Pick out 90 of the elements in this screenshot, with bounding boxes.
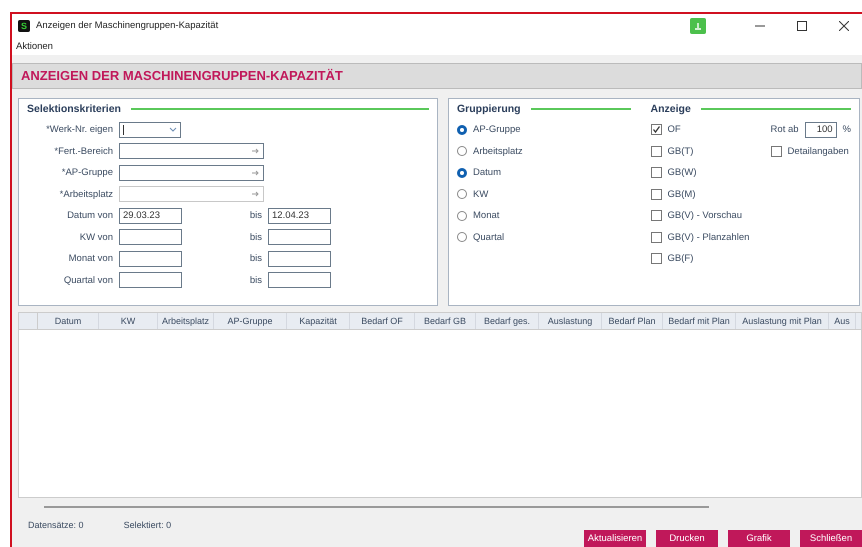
- option-label: KW: [473, 188, 488, 200]
- minimize-icon[interactable]: [755, 24, 765, 27]
- text-cursor: [123, 124, 124, 134]
- input-field[interactable]: [119, 272, 182, 288]
- checkbox[interactable]: [650, 146, 662, 156]
- checkbox[interactable]: [650, 124, 662, 135]
- close-icon[interactable]: [839, 20, 849, 31]
- field-label: *Arbeitsplatz: [58, 188, 114, 200]
- option-label: GB(W): [668, 167, 697, 178]
- option-label: Quartal: [473, 232, 504, 242]
- action-button[interactable]: Aktualisieren: [584, 530, 646, 547]
- input-field[interactable]: [119, 250, 182, 266]
- option-label: GB(V) - Vorschau: [668, 210, 742, 221]
- input-field[interactable]: [268, 250, 331, 266]
- field-label: Monat von: [68, 253, 114, 264]
- chevron-down-icon: [169, 127, 177, 132]
- dropdown-field[interactable]: [119, 122, 181, 138]
- option-label: Arbeitsplatz: [473, 146, 523, 156]
- window-title: Anzeigen der Maschinengruppen-Kapazität: [36, 20, 220, 32]
- column-header[interactable]: Arbeitsplatz: [158, 312, 214, 329]
- menu-item[interactable]: Aktionen: [16, 40, 53, 52]
- unit-label: %: [842, 124, 851, 135]
- column-header[interactable]: Bedarf mit Plan: [663, 312, 736, 329]
- column-header[interactable]: AP-Gruppe: [214, 312, 287, 329]
- option-label: GB(M): [668, 188, 696, 200]
- tray-icon[interactable]: [690, 18, 706, 34]
- input-field[interactable]: 100: [804, 122, 837, 138]
- input-field[interactable]: [119, 229, 182, 245]
- checkbox[interactable]: [650, 167, 662, 178]
- field-label: bis: [248, 253, 263, 264]
- column-header[interactable]: Bedarf Plan: [602, 312, 663, 329]
- arrow-right-icon: [252, 191, 260, 197]
- field-label: Quartal von: [62, 274, 114, 286]
- option-label: OF: [668, 124, 681, 135]
- checkbox[interactable]: [650, 253, 662, 264]
- option-label: AP-Gruppe: [473, 124, 521, 135]
- lookup-field[interactable]: [119, 164, 264, 180]
- action-button[interactable]: Drucken: [656, 530, 718, 547]
- maximize-icon[interactable]: [797, 20, 807, 31]
- column-header[interactable]: Bedarf OF: [350, 312, 415, 329]
- status-text: Datensätze: 0: [28, 520, 84, 530]
- field-label: *Fert.-Bereich: [53, 146, 114, 156]
- checkbox[interactable]: [650, 232, 662, 242]
- app-icon: S: [18, 20, 30, 32]
- column-header[interactable]: Auslastung mit Plan: [736, 312, 829, 329]
- input-field[interactable]: [268, 272, 331, 288]
- scrollbar[interactable]: [44, 506, 709, 508]
- column-header[interactable]: Bedarf ges.: [476, 312, 539, 329]
- option-label: Monat: [473, 210, 500, 221]
- page-heading: ANZEIGEN DER MASCHINENGRUPPEN-KAPAZITÄT: [21, 68, 343, 84]
- input-field[interactable]: [268, 229, 331, 245]
- field-label: bis: [248, 232, 263, 242]
- column-header[interactable]: Auslastung: [539, 312, 602, 329]
- column-header[interactable]: Bedarf GB: [415, 312, 476, 329]
- field-label: Rot ab: [770, 124, 799, 135]
- option-label: Datum: [473, 167, 501, 178]
- radio-button[interactable]: [457, 168, 467, 178]
- input-field[interactable]: 29.03.23: [119, 208, 182, 224]
- column-header[interactable]: KW: [99, 312, 158, 329]
- field-label: *AP-Gruppe: [60, 167, 114, 178]
- panel-title: Selektionskriterien: [27, 102, 121, 115]
- action-button[interactable]: Schließen: [800, 530, 862, 547]
- field-label: Datum von: [66, 210, 114, 221]
- radio-button[interactable]: [457, 124, 467, 134]
- field-label: *Werk-Nr. eigen: [45, 124, 114, 135]
- field-label: bis: [248, 274, 263, 286]
- column-header[interactable]: Kapazität: [287, 312, 350, 329]
- option-label: GB(V) - Planzahlen: [668, 232, 750, 242]
- action-button[interactable]: Grafik: [728, 530, 790, 547]
- radio-button[interactable]: [457, 146, 467, 156]
- panel-title: Gruppierung: [457, 102, 521, 115]
- option-label: GB(F): [668, 253, 694, 264]
- column-header[interactable]: Aus: [829, 312, 856, 329]
- option-label: GB(T): [668, 146, 694, 156]
- checkbox[interactable]: [770, 146, 782, 156]
- arrow-right-icon: [252, 170, 260, 176]
- checkbox[interactable]: [650, 188, 662, 200]
- checkbox[interactable]: [650, 210, 662, 221]
- lookup-field[interactable]: [119, 143, 264, 159]
- field-label: bis: [248, 210, 263, 221]
- status-text: Selektiert: 0: [124, 520, 172, 530]
- radio-button[interactable]: [457, 189, 467, 199]
- radio-button[interactable]: [457, 210, 467, 220]
- arrow-right-icon: [252, 148, 260, 154]
- input-field[interactable]: 12.04.23: [268, 208, 331, 224]
- radio-button[interactable]: [457, 232, 467, 242]
- panel-title: Anzeige: [650, 102, 691, 115]
- column-header[interactable]: Datum: [38, 312, 99, 329]
- field-label: KW von: [78, 232, 114, 242]
- option-label: Detailangaben: [788, 146, 849, 156]
